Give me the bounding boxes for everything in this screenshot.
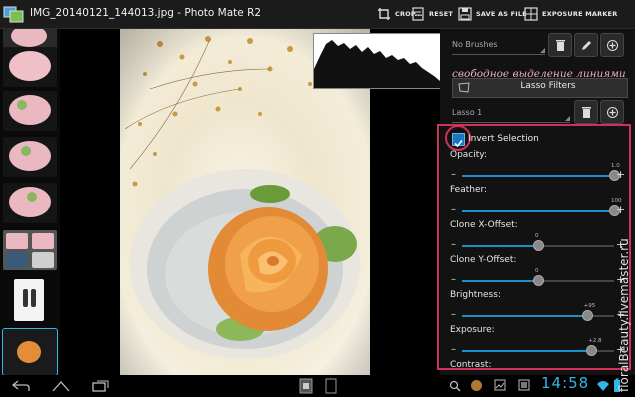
slider-fill <box>462 280 538 282</box>
slider-value: 0 <box>535 268 539 274</box>
thumbnail-selected[interactable] <box>2 328 58 375</box>
thumbnail[interactable] <box>14 279 44 321</box>
system-navigation-bar <box>0 375 635 397</box>
delete-brush-button[interactable] <box>548 33 572 57</box>
brushes-dropdown-value: No Brushes <box>452 40 498 49</box>
app-icon[interactable] <box>3 4 25 24</box>
add-icon <box>606 106 618 118</box>
invert-selection-label: Invert Selection <box>468 134 539 144</box>
slider-value: +95 <box>583 303 596 309</box>
home-icon[interactable] <box>52 380 70 392</box>
reset-button[interactable]: RESET <box>411 4 453 24</box>
slider-increase-button[interactable]: + <box>616 204 625 215</box>
slider-label: Opacity: <box>450 150 487 160</box>
trash-icon <box>581 106 591 118</box>
thumbnail-collage[interactable] <box>3 230 57 270</box>
slider-label: Feather: <box>450 185 488 195</box>
screenshot-icon <box>518 379 530 391</box>
save-as-file-button[interactable]: SAVE AS FILE <box>458 4 527 24</box>
back-icon[interactable] <box>12 380 30 392</box>
slider-decrease-button[interactable]: – <box>451 345 456 355</box>
brushes-dropdown[interactable]: No Brushes <box>452 40 545 55</box>
lasso-dropdown-value: Lasso 1 <box>452 108 483 117</box>
wifi-icon <box>597 381 609 391</box>
slider-fill <box>462 210 614 212</box>
histogram-graph <box>314 40 447 88</box>
slider-fill <box>462 175 614 177</box>
slider-label: Exposure: <box>450 325 495 335</box>
slider-decrease-button[interactable]: – <box>451 170 456 180</box>
slider-fill <box>462 350 592 352</box>
add-lasso-button[interactable] <box>600 100 624 124</box>
exposure-marker-button[interactable]: EXPOSURE MARKER <box>524 4 617 24</box>
crop-icon <box>378 8 390 20</box>
save-icon <box>458 7 472 21</box>
search-icon[interactable] <box>449 380 461 392</box>
filmstrip <box>0 29 60 375</box>
slider-label: Clone X-Offset: <box>450 220 518 230</box>
slider-fill <box>462 245 538 247</box>
pencil-icon <box>581 40 591 50</box>
exposure-marker-icon <box>524 7 538 21</box>
reset-icon <box>412 7 424 21</box>
recent-apps-icon[interactable] <box>92 380 110 392</box>
status-clock: 14:58 <box>541 374 590 392</box>
slider-decrease-button[interactable]: – <box>451 240 456 250</box>
add-brush-button[interactable] <box>600 33 624 57</box>
exposure-marker-label: EXPOSURE MARKER <box>542 10 618 18</box>
watermark-text: floralBeauty.livemaster.ru <box>617 238 631 392</box>
slider-decrease-button[interactable]: – <box>451 275 456 285</box>
action-bar: IMG_20140121_144013.jpg - Photo Mate R2 … <box>0 0 635 29</box>
thumbnail[interactable] <box>3 137 57 177</box>
slider-value: 0 <box>535 233 539 239</box>
reset-label: RESET <box>429 10 454 18</box>
lasso-icon <box>458 82 470 93</box>
slider-label: Brightness: <box>450 290 501 300</box>
slider-fill <box>462 315 587 317</box>
lasso-dropdown[interactable]: Lasso 1 <box>452 108 570 123</box>
thumbnail[interactable] <box>3 91 57 131</box>
trash-icon <box>555 39 565 51</box>
add-icon <box>606 39 618 51</box>
slider-knob[interactable] <box>533 275 544 286</box>
slider-label: Clone Y-Offset: <box>450 255 517 265</box>
histogram <box>313 33 448 89</box>
delete-lasso-button[interactable] <box>574 100 598 124</box>
photo-canvas[interactable] <box>60 29 448 375</box>
slider-knob[interactable] <box>533 240 544 251</box>
app-title: IMG_20140121_144013.jpg - Photo Mate R2 <box>30 7 262 19</box>
slider-decrease-button[interactable]: – <box>451 205 456 215</box>
slider-label: Contrast: <box>450 360 492 370</box>
device-icon[interactable] <box>325 378 337 394</box>
slider-increase-button[interactable]: + <box>616 169 625 180</box>
edit-brush-button[interactable] <box>574 33 598 57</box>
save-as-file-label: SAVE AS FILE <box>476 10 527 18</box>
slider-decrease-button[interactable]: – <box>451 310 456 320</box>
notification-app-icon <box>471 380 482 391</box>
slider-knob[interactable] <box>581 310 593 321</box>
slider-value: +2.8 <box>588 338 602 344</box>
overlay-caption: свободное выделение линиями <box>452 68 626 80</box>
thumbnail[interactable] <box>3 47 57 87</box>
gallery-icon <box>494 379 506 391</box>
thumbnail[interactable] <box>3 183 57 223</box>
screen-mode-icon[interactable] <box>299 378 313 394</box>
lasso-filters-label: Lasso Filters <box>520 81 576 91</box>
